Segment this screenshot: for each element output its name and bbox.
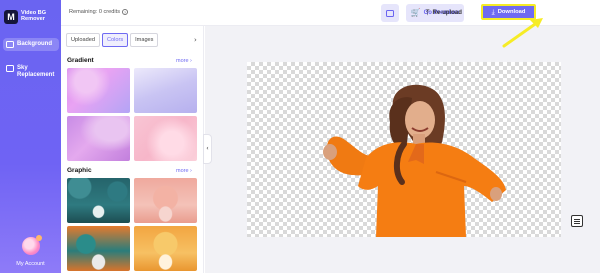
reupload-button[interactable]: ⤒ Re-upload (426, 4, 462, 22)
upload-arrow-icon: ⤒ (426, 8, 430, 17)
help-icon[interactable]: ? (122, 9, 128, 15)
avatar (21, 235, 42, 255)
cutout-subject-image (323, 84, 506, 237)
credits-text: Remaining: 0 credits (69, 9, 120, 15)
my-account[interactable]: My Account (0, 235, 61, 267)
graphic-thumbnail[interactable] (67, 178, 130, 223)
graphic-thumbnail[interactable] (67, 226, 130, 271)
tab-colors[interactable]: Colors (101, 33, 129, 47)
sky-icon (6, 65, 14, 72)
rail-item-label: Sky Replacement (17, 65, 55, 79)
background-panel: Uploaded Colors Images › Gradient more ›… (61, 26, 204, 273)
gradient-thumbnail[interactable] (134, 116, 197, 161)
background-icon (6, 41, 14, 48)
gradient-thumbnail[interactable] (67, 116, 130, 161)
gradient-more-link[interactable]: more › (176, 58, 192, 64)
section-title-gradient: Gradient (67, 57, 94, 64)
download-arrow-icon: ⤓ (491, 7, 495, 16)
reupload-label: Re-upload (432, 10, 462, 16)
app-logo[interactable]: M Video BG Remover (4, 7, 59, 27)
annotation-arrow-icon (502, 18, 543, 48)
account-label: My Account (16, 261, 45, 267)
more-vertical-icon[interactable]: · · · (412, 7, 416, 21)
feedback-icon[interactable] (571, 215, 583, 227)
graphic-thumbnail[interactable] (134, 226, 197, 271)
section-title-graphic: Graphic (67, 167, 92, 174)
rail-item-label: Background (17, 41, 53, 47)
logo-mark-icon: M (4, 10, 18, 24)
app-title: Video BG Remover (21, 10, 47, 22)
collapse-panel-button[interactable]: ‹ (203, 134, 212, 164)
credits-status: Remaining: 0 credits ? (69, 9, 128, 15)
chevron-left-icon: ‹ (206, 145, 209, 152)
tab-images[interactable]: Images (130, 33, 159, 47)
left-rail: M Video BG Remover Background Sky Replac… (0, 0, 61, 273)
tab-uploaded[interactable]: Uploaded (66, 33, 100, 47)
chevron-right-icon[interactable]: › (194, 36, 197, 44)
graphic-thumbnail[interactable] (134, 178, 197, 223)
gradient-thumbnail[interactable] (134, 68, 197, 113)
graphic-more-link[interactable]: more › (176, 168, 192, 174)
image-upload-button[interactable] (381, 4, 399, 22)
gradient-thumbnail[interactable] (67, 68, 130, 113)
image-upload-icon (386, 9, 394, 17)
panel-tabs: Uploaded Colors Images (66, 33, 159, 47)
rail-item-background[interactable]: Background (3, 38, 59, 52)
rail-item-sky-replacement[interactable]: Sky Replacement (3, 62, 59, 82)
